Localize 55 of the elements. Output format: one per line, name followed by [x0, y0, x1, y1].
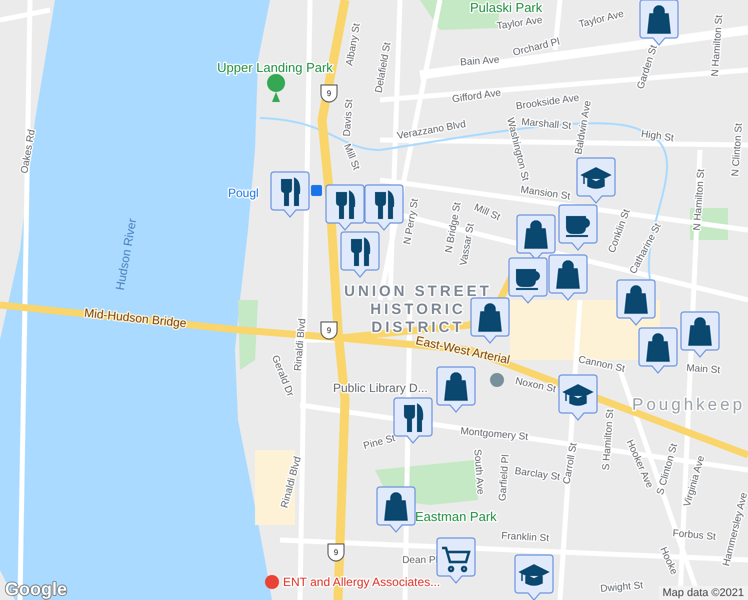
attribution-text: Map data ©2021	[658, 586, 748, 600]
route-shield: 9	[320, 84, 338, 102]
street-map[interactable]	[0, 0, 748, 600]
street-label: Rinaldi Blvd	[292, 318, 308, 372]
city-label: Poughkeep	[632, 395, 746, 414]
street-label: Mill St	[472, 202, 502, 224]
street-label: Garden St	[635, 44, 660, 91]
street-label: Mansion St	[520, 184, 571, 202]
tree-pin-icon	[267, 74, 286, 102]
river-label: Hudson River	[112, 217, 140, 292]
street-label: Taylor Ave	[578, 8, 626, 30]
street-label: Marshall St	[520, 116, 572, 132]
street-label: Noxon St	[514, 376, 557, 396]
street-label: Franklin St	[500, 530, 550, 544]
street-label: Barclay St	[514, 466, 561, 484]
street-label: Montgomery St	[460, 426, 528, 443]
street-label: Oakes Rd	[19, 128, 38, 174]
street-label: N Hamilton St	[710, 14, 726, 77]
street-label: Virginia Ave	[682, 454, 708, 508]
street-label: South Ave	[471, 448, 486, 495]
street-label: N Clinton St	[730, 122, 745, 177]
highway-label: Mid-Hudson Bridge	[84, 306, 188, 330]
street-label: High St	[640, 128, 674, 144]
street-label: Pine St	[362, 433, 396, 452]
highway-label: East-West Arterial	[414, 333, 512, 367]
street-label: Delafield St	[374, 41, 394, 94]
street-label: Dwight St	[600, 580, 644, 595]
street-label: N Perry St	[402, 198, 421, 246]
route-shield: 9	[328, 544, 344, 562]
district-label: UNION STREET	[344, 283, 492, 300]
street-label: S Clinton St	[655, 442, 680, 496]
street-label: Garfield Pl	[497, 454, 512, 502]
street-label: Davis St	[342, 98, 356, 137]
street-label: Taylor Ave	[496, 14, 544, 32]
street-label: Orchard Pl	[512, 36, 561, 59]
street-label: Albany St	[344, 22, 363, 67]
street-label: Hooke	[657, 546, 680, 576]
street-label: Mill St	[341, 142, 362, 172]
street-label: Bain Ave	[460, 54, 500, 68]
street-label: Carroll St	[562, 442, 580, 486]
park-area	[238, 300, 258, 370]
street-label: Gifford Ave	[452, 88, 502, 106]
district-label: HISTORIC	[370, 301, 466, 318]
street-label: S Hamilton St	[600, 408, 616, 471]
street-label: Conklin St	[606, 208, 633, 254]
street-label: Cannon St	[577, 354, 626, 375]
park-label: Pulaski Park	[470, 0, 542, 15]
route-shield: 9	[320, 322, 338, 340]
street-label: Rinaldi Blvd	[279, 455, 304, 510]
street-label: Main St	[686, 362, 720, 376]
street-label: Verazzano Blvd	[396, 119, 467, 142]
place-label: Pougl	[228, 186, 259, 200]
street-label: N Hamilton St	[692, 168, 708, 231]
park-label: Eastman Park	[415, 509, 497, 524]
street-label: Forbus St	[672, 528, 716, 543]
